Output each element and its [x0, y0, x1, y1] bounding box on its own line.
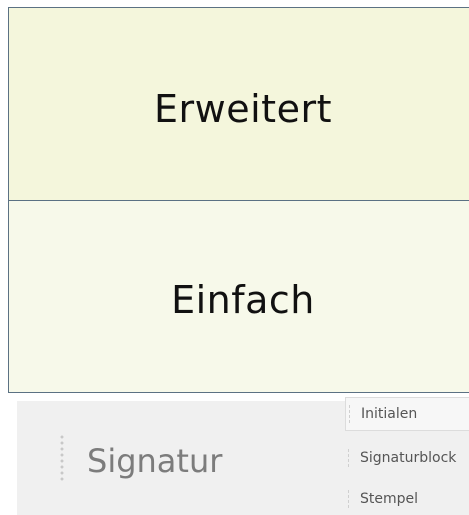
menu-divider — [348, 490, 349, 508]
advanced-mode-label: Erweitert — [154, 87, 332, 131]
signature-panel: Signatur Initialen Signaturblock Stempel — [17, 397, 469, 515]
simple-mode-label: Einfach — [171, 277, 315, 322]
signature-type-menu: Initialen Signaturblock Stempel — [345, 397, 469, 515]
menu-item-initials[interactable]: Initialen — [345, 397, 469, 431]
menu-item-stamp[interactable]: Stempel — [348, 483, 469, 515]
menu-divider — [348, 449, 349, 467]
menu-item-label: Signaturblock — [360, 450, 457, 466]
signature-label[interactable]: Signatur — [87, 442, 222, 480]
menu-item-label: Stempel — [360, 491, 419, 507]
menu-divider — [349, 405, 350, 423]
menu-item-signature-block[interactable]: Signaturblock — [348, 442, 469, 474]
stage: Erweitert Einfach Signatur Initialen Sig… — [0, 0, 469, 515]
drag-handle-icon[interactable] — [59, 434, 65, 482]
advanced-mode-card[interactable]: Erweitert — [8, 7, 469, 201]
simple-mode-card[interactable]: Einfach — [8, 200, 469, 393]
menu-item-label: Initialen — [361, 406, 418, 422]
